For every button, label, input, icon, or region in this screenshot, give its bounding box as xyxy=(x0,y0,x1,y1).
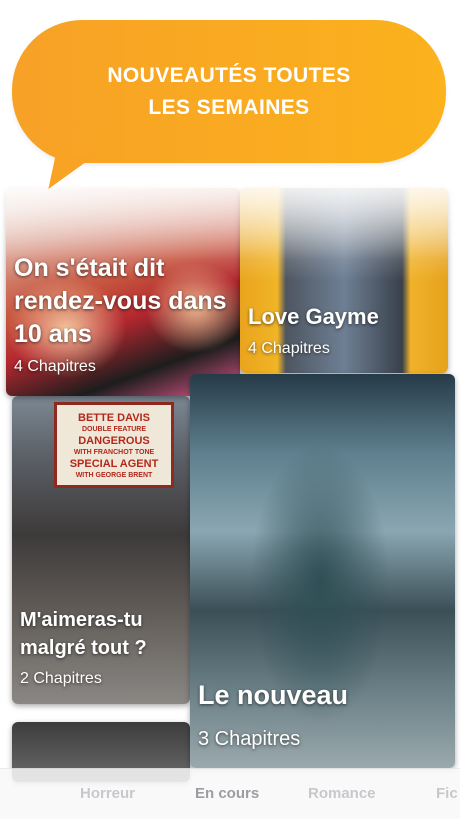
story-chapters: 3 Chapitres xyxy=(198,728,301,750)
story-chapters: 4 Chapitres xyxy=(248,340,330,357)
theater-marquee-image: BETTE DAVIS DOUBLE FEATURE DANGEROUS WIT… xyxy=(54,402,174,488)
story-card-le-nouveau[interactable]: Le nouveau 3 Chapitres xyxy=(190,374,455,768)
banner-tail xyxy=(48,155,96,189)
tab-horreur[interactable]: Horreur xyxy=(80,785,135,802)
story-title: Le nouveau xyxy=(198,680,349,710)
category-tab-bar: Horreur En cours Romance Fic xyxy=(0,768,460,819)
story-chapters: 2 Chapitres xyxy=(20,670,102,687)
story-title: On s'était dit rendez-vous dans 10 ans xyxy=(14,254,227,348)
story-title: Love Gayme xyxy=(248,304,379,329)
story-card-maimeras-tu[interactable]: BETTE DAVIS DOUBLE FEATURE DANGEROUS WIT… xyxy=(12,396,190,704)
banner-text: NOUVEAUTÉS TOUTES LES SEMAINES xyxy=(107,63,351,119)
tab-en-cours[interactable]: En cours xyxy=(195,785,259,802)
promo-banner: NOUVEAUTÉS TOUTES LES SEMAINES xyxy=(12,20,446,163)
story-card-rendez-vous[interactable]: On s'était dit rendez-vous dans 10 ans 4… xyxy=(6,188,240,396)
tab-fiction[interactable]: Fic xyxy=(436,785,458,802)
tab-romance[interactable]: Romance xyxy=(308,785,376,802)
story-chapters: 4 Chapitres xyxy=(14,358,96,375)
story-card-love-gayme[interactable]: Love Gayme 4 Chapitres xyxy=(240,188,448,373)
story-title: M'aimeras-tu malgré tout ? xyxy=(20,609,147,659)
